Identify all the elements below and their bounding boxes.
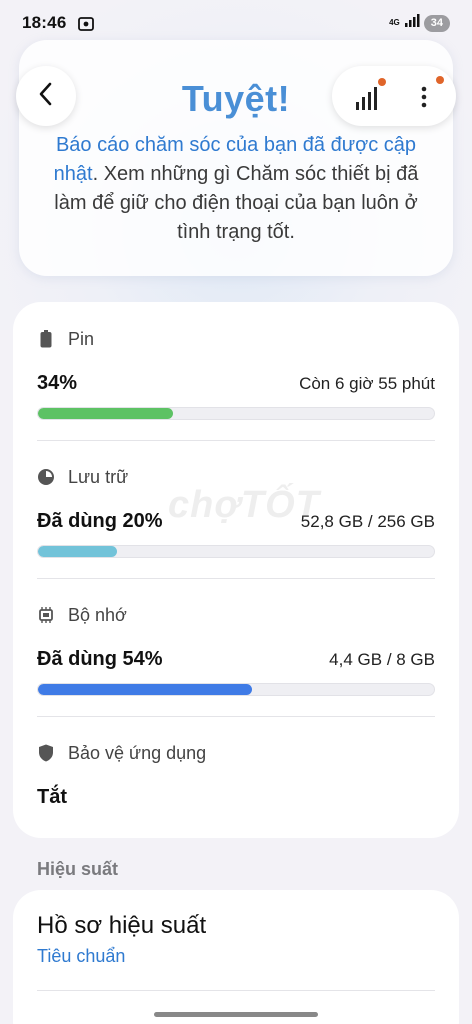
watermark-logo: chợTỐT bbox=[168, 484, 320, 526]
battery-time-remaining: Còn 6 giờ 55 phút bbox=[299, 374, 435, 393]
battery-section[interactable]: Pin 34% Còn 6 giờ 55 phút bbox=[37, 326, 435, 420]
battery-progress-bar bbox=[37, 407, 435, 420]
memory-capacity: 4,4 GB / 8 GB bbox=[329, 650, 435, 669]
memory-progress-bar bbox=[37, 683, 435, 696]
storage-capacity: 52,8 GB / 256 GB bbox=[300, 512, 435, 531]
storage-pie-icon bbox=[37, 468, 55, 486]
storage-label: Lưu trữ bbox=[68, 466, 129, 487]
battery-label: Pin bbox=[68, 328, 95, 349]
app-protection-section[interactable]: Bảo vệ ứng dụng Tắt bbox=[37, 740, 435, 809]
divider bbox=[37, 440, 435, 441]
battery-progress-fill bbox=[38, 408, 173, 419]
status-icons: 4G 34 bbox=[389, 13, 450, 33]
memory-section[interactable]: Bộ nhớ Đã dùng 54% 4,4 GB / 8 GB bbox=[37, 602, 435, 696]
memory-progress-fill bbox=[38, 684, 252, 695]
performance-profile-title: Hồ sơ hiệu suất bbox=[37, 912, 207, 939]
battery-icon bbox=[37, 330, 55, 348]
storage-used: Đã dùng 20% bbox=[37, 510, 163, 532]
report-description: Báo cáo chăm sóc của bạn đã được cập nhậ… bbox=[40, 131, 432, 247]
app-protection-label: Bảo vệ ứng dụng bbox=[68, 742, 207, 763]
memory-label: Bộ nhớ bbox=[68, 604, 127, 625]
divider bbox=[37, 716, 435, 717]
screen-record-icon bbox=[78, 16, 95, 31]
memory-chip-icon bbox=[37, 606, 55, 624]
device-stats-card: Pin 34% Còn 6 giờ 55 phút Lưu trữ Đã dùn… bbox=[13, 302, 459, 838]
battery-percent: 34% bbox=[37, 372, 78, 394]
network-type: 4G bbox=[389, 18, 400, 27]
memory-used: Đã dùng 54% bbox=[37, 648, 163, 670]
cellular-signal-icon bbox=[404, 13, 420, 33]
divider bbox=[37, 578, 435, 579]
storage-progress-fill bbox=[38, 546, 118, 557]
report-description-text: . Xem những gì Chăm sóc thiết bị đã làm … bbox=[54, 163, 419, 243]
status-time: 18:46 bbox=[22, 13, 67, 32]
divider bbox=[37, 990, 435, 991]
home-indicator[interactable] bbox=[154, 1012, 318, 1017]
performance-card: Hồ sơ hiệu suất Tiêu chuẩn bbox=[13, 890, 459, 1024]
storage-progress-bar bbox=[37, 545, 435, 558]
performance-group-label: Hiệu suất bbox=[37, 859, 119, 879]
shield-icon bbox=[37, 744, 55, 762]
performance-profile-value: Tiêu chuẩn bbox=[37, 946, 126, 966]
page-title: Tuyệt! bbox=[181, 78, 291, 119]
app-protection-status: Tắt bbox=[37, 786, 67, 808]
battery-indicator: 34 bbox=[423, 14, 450, 32]
